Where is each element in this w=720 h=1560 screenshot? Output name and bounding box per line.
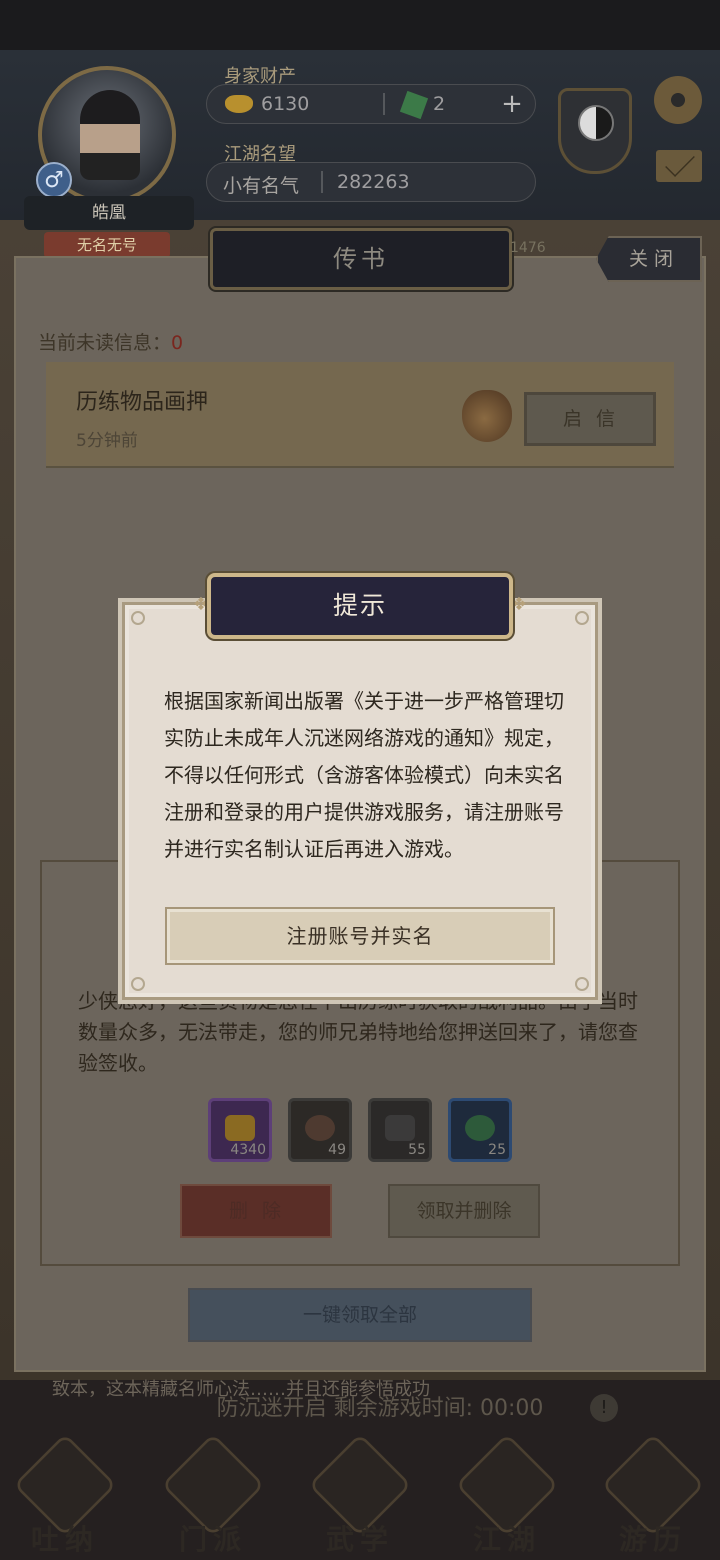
- register-realname-button[interactable]: 注册账号并实名: [165, 907, 555, 965]
- corner-ornament: [131, 611, 145, 625]
- modal-title-plaque: 提示: [207, 573, 513, 639]
- corner-ornament: [131, 977, 145, 991]
- corner-ornament: [575, 977, 589, 991]
- corner-ornament: [575, 611, 589, 625]
- modal-body-text: 根据国家新闻出版署《关于进一步严格管理切实防止未成年人沉迷网络游戏的通知》规定，…: [164, 689, 564, 861]
- modal-title: 提示: [332, 591, 387, 620]
